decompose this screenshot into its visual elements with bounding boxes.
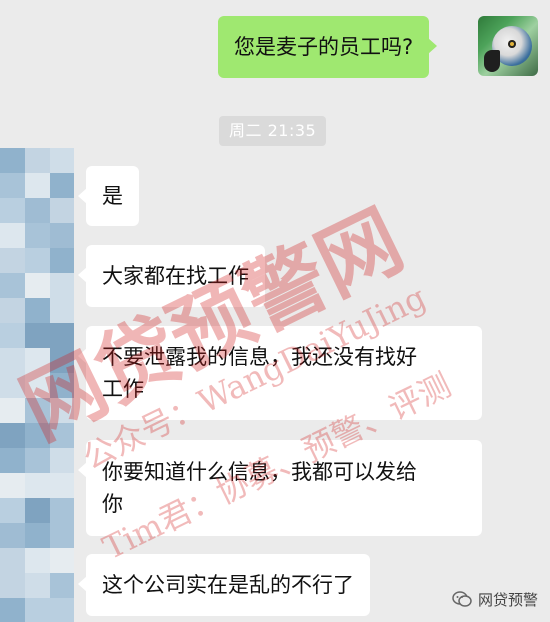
mosaic-cell <box>50 598 74 622</box>
mosaic-cell <box>0 323 25 348</box>
message-text-line: 你要知道什么信息，我都可以发给 <box>102 460 417 484</box>
wechat-icon <box>452 591 472 607</box>
self-avatar[interactable] <box>478 16 538 76</box>
mosaic-cell <box>50 398 74 423</box>
mosaic-cell <box>0 173 25 198</box>
message-text: 您是麦子的员工吗? <box>234 35 414 59</box>
mosaic-cell <box>50 223 74 248</box>
mosaic-cell <box>50 523 74 548</box>
mosaic-cell <box>0 573 25 598</box>
mosaic-cell <box>25 148 50 173</box>
message-bubble-other[interactable]: 大家都在找工作 <box>78 245 265 307</box>
mosaic-cell <box>0 398 25 423</box>
mosaic-cell <box>25 273 50 298</box>
mosaic-cell <box>25 223 50 248</box>
mosaic-cell <box>50 498 74 523</box>
mosaic-cell <box>0 223 25 248</box>
mosaic-cell <box>50 323 74 348</box>
mosaic-cell <box>50 248 74 273</box>
mosaic-cell <box>25 348 50 373</box>
message-text: 是 <box>102 184 123 208</box>
mosaic-cell <box>25 323 50 348</box>
mosaic-cell <box>50 173 74 198</box>
mosaic-cell <box>25 598 50 622</box>
message-text-line: 不要泄露我的信息，我还没有找好 <box>102 345 417 369</box>
mosaic-cell <box>0 473 25 498</box>
mosaic-cell <box>50 373 74 398</box>
mosaic-cell <box>0 298 25 323</box>
mosaic-cell <box>25 473 50 498</box>
mosaic-cell <box>0 248 25 273</box>
parrot-eye-shape <box>508 40 516 48</box>
mosaic-cell <box>0 548 25 573</box>
source-tag-label: 网贷预警 <box>477 590 538 609</box>
mosaic-cell <box>25 523 50 548</box>
mosaic-cell <box>50 348 74 373</box>
mosaic-cell <box>25 248 50 273</box>
mosaic-cell <box>50 423 74 448</box>
mosaic-cell <box>0 198 25 223</box>
mosaic-cell <box>25 198 50 223</box>
mosaic-cell <box>0 448 25 473</box>
message-bubble-other[interactable]: 你要知道什么信息，我都可以发给 你 <box>78 440 482 536</box>
message-text-line: 你 <box>102 492 123 516</box>
mosaic-cell <box>25 173 50 198</box>
mosaic-cell <box>25 498 50 523</box>
mosaic-cell <box>25 573 50 598</box>
mosaic-cell <box>25 398 50 423</box>
mosaic-cell <box>50 573 74 598</box>
parrot-beak-shape <box>484 50 500 72</box>
mosaic-cell <box>0 423 25 448</box>
mosaic-cell <box>25 448 50 473</box>
mosaic-cell <box>0 598 25 622</box>
message-bubble-self[interactable]: 您是麦子的员工吗? <box>218 16 438 78</box>
mosaic-cell <box>0 348 25 373</box>
mosaic-cell <box>25 548 50 573</box>
timestamp-badge: 周二 21:35 <box>219 116 327 146</box>
mosaic-cell <box>0 148 25 173</box>
mosaic-cell <box>0 373 25 398</box>
mosaic-cell <box>25 373 50 398</box>
source-tag: 网贷预警 <box>452 586 538 612</box>
message-bubble-other[interactable]: 这个公司实在是乱的不行了 <box>78 554 370 616</box>
mosaic-cell <box>0 273 25 298</box>
mosaic-cell <box>0 498 25 523</box>
message-text-line: 工作 <box>102 377 144 401</box>
message-bubble-other[interactable]: 不要泄露我的信息，我还没有找好 工作 <box>78 326 482 420</box>
mosaic-cell <box>50 473 74 498</box>
mosaic-cell <box>50 198 74 223</box>
mosaic-cell <box>0 523 25 548</box>
mosaic-cell <box>50 448 74 473</box>
mosaic-cell <box>50 298 74 323</box>
message-text: 大家都在找工作 <box>102 264 249 288</box>
pixelated-avatar-strip <box>0 148 74 622</box>
message-bubble-other[interactable]: 是 <box>78 166 139 226</box>
mosaic-cell <box>25 298 50 323</box>
mosaic-cell <box>50 273 74 298</box>
message-text: 这个公司实在是乱的不行了 <box>102 573 354 597</box>
mosaic-cell <box>50 148 74 173</box>
mosaic-cell <box>50 548 74 573</box>
mosaic-cell <box>25 423 50 448</box>
